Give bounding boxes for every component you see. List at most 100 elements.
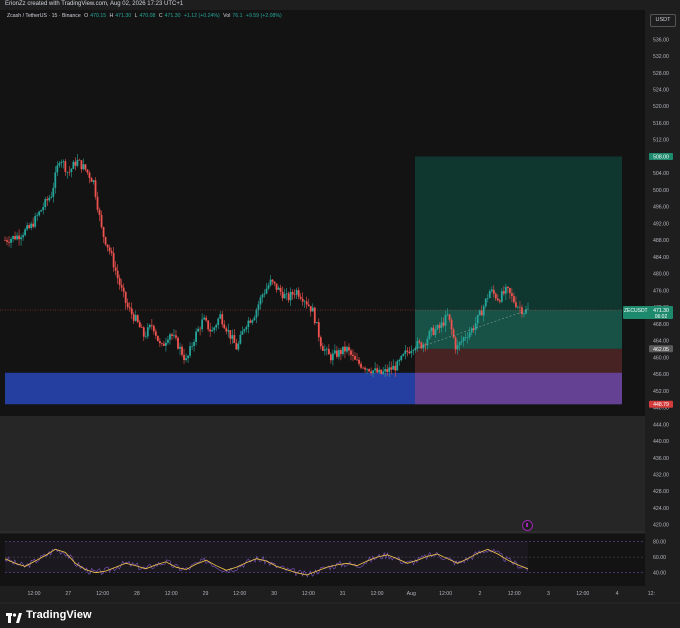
candle-body <box>223 324 226 329</box>
candle-body <box>116 270 119 279</box>
candle-body <box>299 296 302 299</box>
candle-body <box>179 346 181 349</box>
candle-body <box>436 325 439 330</box>
candle-body <box>219 314 222 319</box>
candle-body <box>340 350 342 355</box>
candle-body <box>44 199 47 208</box>
candle-body <box>221 314 224 325</box>
candle-body <box>368 368 370 372</box>
candle-body <box>80 160 83 170</box>
candle-body <box>291 291 294 295</box>
candle-body <box>450 319 453 330</box>
candle-body <box>142 327 145 337</box>
candle-body <box>241 331 244 335</box>
candle-body <box>32 223 35 227</box>
candle-body <box>60 162 63 164</box>
price-tick-label: 532.00 <box>653 54 669 60</box>
candle-body <box>48 197 51 201</box>
candle-body <box>217 318 220 325</box>
candle-body <box>94 180 97 197</box>
price-tick-label: 420.00 <box>653 523 669 529</box>
candle-body <box>8 241 10 243</box>
candle-body <box>88 172 91 178</box>
candle-body <box>183 354 185 361</box>
credit-bar: ErionZz created with TradingView.com, Au… <box>0 0 680 10</box>
candle-body <box>175 335 177 338</box>
candle-body <box>494 293 497 299</box>
candle-body <box>231 335 234 339</box>
legend-o-label: O <box>84 13 89 19</box>
candle-body <box>418 341 421 343</box>
candle-body <box>362 367 364 369</box>
candle-body <box>98 209 101 215</box>
candle-body <box>412 350 415 351</box>
candle-body <box>523 313 525 315</box>
candle-body <box>247 320 250 327</box>
candle-body <box>478 310 481 316</box>
candle-body <box>24 229 27 236</box>
candle-body <box>271 279 274 282</box>
price-tick-label: 528.00 <box>653 71 669 77</box>
candle-body <box>18 235 20 240</box>
candle-body <box>474 323 477 331</box>
candle-body <box>187 355 189 359</box>
candle-body <box>42 207 45 211</box>
candle-body <box>144 336 147 338</box>
chart-canvas[interactable]: 420.00424.00428.00432.00436.00440.00444.… <box>0 0 680 627</box>
candle-body <box>269 279 272 286</box>
time-tick-label: 12:00 <box>233 591 246 597</box>
candle-body <box>311 307 314 312</box>
candle-body <box>265 288 268 294</box>
candle-body <box>114 267 117 271</box>
candle-body <box>408 351 411 354</box>
candle-body <box>40 210 43 212</box>
candle-body <box>249 320 252 323</box>
candle-body <box>239 334 242 344</box>
candle-body <box>325 348 328 350</box>
candle-body <box>352 354 354 357</box>
candle-body <box>438 325 441 328</box>
price-tick-label: 440.00 <box>653 439 669 445</box>
candle-body <box>173 335 175 336</box>
candle-body <box>237 343 240 350</box>
candle-body <box>205 317 208 321</box>
candle-body <box>28 225 31 228</box>
candle-body <box>90 177 93 182</box>
price-tick-label: 464.00 <box>653 339 669 345</box>
legend-symbol[interactable]: Zcash / TetherUS · 15 · Binance <box>7 13 81 19</box>
legend-high: 471.30 <box>115 13 132 19</box>
candle-body <box>394 365 397 371</box>
candle-body <box>348 347 350 351</box>
candle-body <box>146 327 149 337</box>
candle-body <box>148 324 151 328</box>
candle-body <box>333 350 336 354</box>
candle-body <box>285 293 288 295</box>
candle-body <box>104 236 107 245</box>
candle-body <box>46 199 49 201</box>
candle-body <box>14 236 16 240</box>
price-tick-label: 492.00 <box>653 221 669 227</box>
credit-text: ErionZz created with TradingView.com, Au… <box>5 1 184 7</box>
candle-body <box>34 216 37 227</box>
candle-body <box>58 163 61 166</box>
candle-body <box>336 350 338 357</box>
candle-body <box>245 326 248 330</box>
candle-body <box>440 322 443 328</box>
candle-body <box>181 346 183 355</box>
candle-body <box>350 350 352 355</box>
candle-body <box>521 307 523 315</box>
candle-body <box>120 285 123 288</box>
rsi-level-label: 40.00 <box>653 571 666 577</box>
candle-body <box>84 164 87 170</box>
candle-body <box>154 331 157 336</box>
currency-badge[interactable]: USDT <box>650 14 676 27</box>
candle-body <box>126 302 129 308</box>
candle-body <box>4 240 6 241</box>
candle-body <box>504 286 507 294</box>
candle-body <box>6 240 8 242</box>
candle-body <box>366 368 368 370</box>
price-tick-label: 424.00 <box>653 506 669 512</box>
candle-body <box>364 367 366 370</box>
candle-body <box>458 342 461 346</box>
event-flag-icon[interactable] <box>522 520 533 531</box>
